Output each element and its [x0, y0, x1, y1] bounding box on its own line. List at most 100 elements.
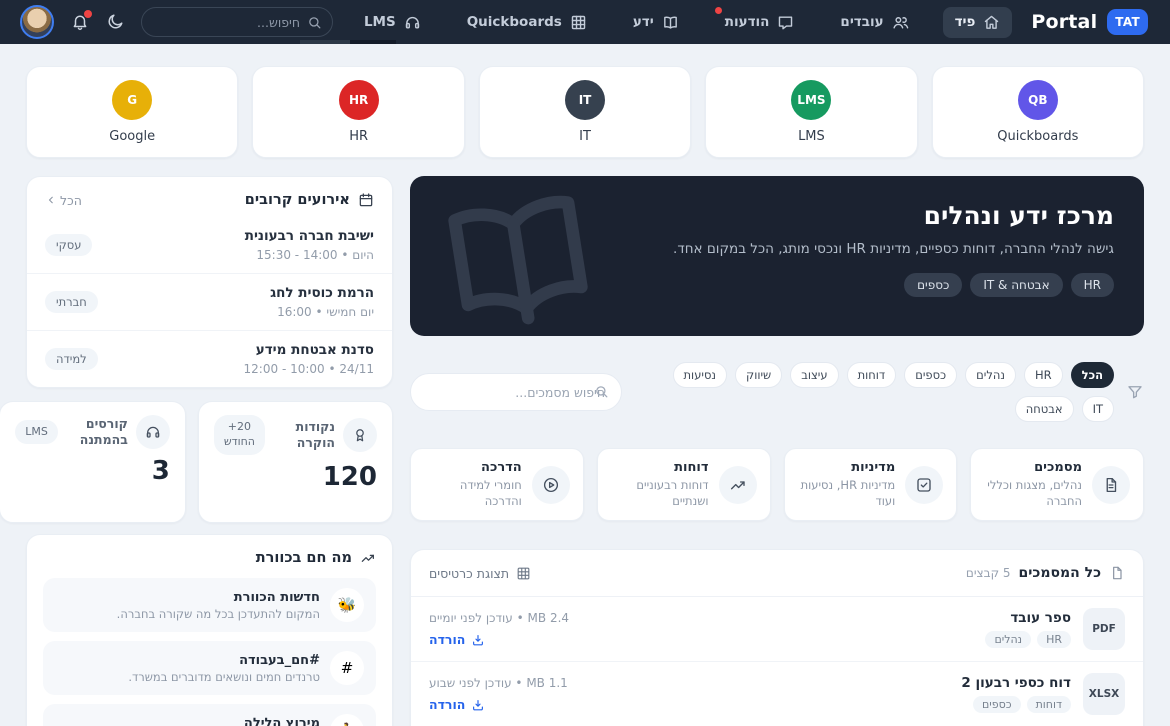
- event-info: ישיבת חברה רבעונית היום • 14:00 - 15:30: [245, 228, 374, 262]
- list-item-event-3[interactable]: סדנת אבטחת מידע 24/11 • 10:00 - 12:00 למ…: [27, 330, 392, 387]
- download-button[interactable]: הורדה: [429, 697, 485, 712]
- app-card-google[interactable]: G Google: [26, 66, 239, 158]
- filter-chip[interactable]: IT: [1081, 396, 1114, 422]
- event-title: סדנת אבטחת מידע: [255, 342, 374, 358]
- all-documents-panel: כל המסמכים 5 קבצים תצוגת כרטיסים PDF ספר…: [410, 549, 1144, 726]
- file-tag: כספים: [972, 696, 1021, 714]
- filter-chip[interactable]: אבטחה: [1014, 396, 1074, 422]
- whats-hot-panel: מה חם בכוורת 🐝 חדשות הכוורת המקום להתעדכ…: [26, 534, 393, 726]
- file-title: ספר עובד: [1010, 610, 1071, 627]
- hero-tag: HR: [1070, 272, 1114, 297]
- list-item-hot-at-work[interactable]: # #חם_בעבודה טרנדים חמים ונושאים מדוברים…: [43, 641, 376, 695]
- filter-funnel-icon[interactable]: [1126, 383, 1144, 401]
- section-title: אירועים קרובים: [244, 192, 350, 208]
- app-label: Google: [109, 129, 156, 144]
- document-icon: [1109, 565, 1125, 581]
- stats-row: נקודות הוקרה 20+ החודש 120 קורסים בהמתנה…: [0, 401, 393, 523]
- app-card-lms[interactable]: LMS LMS: [705, 66, 918, 158]
- app-card-hr[interactable]: HR HR: [252, 66, 465, 158]
- top-navigation-bar: TAT Portal פיד עובדים הודעות ידע Quickbo…: [0, 0, 1170, 44]
- documents-search-input[interactable]: [410, 373, 622, 411]
- download-label: הורדה: [429, 697, 466, 713]
- file-type-badge: XLSX: [1083, 673, 1125, 716]
- nav-item-label: פיד: [954, 14, 976, 30]
- nav-item-lms[interactable]: LMS: [352, 7, 433, 38]
- app-initial-badge: HR: [338, 80, 379, 120]
- hot-item-title: #חם_בעבודה: [239, 652, 320, 668]
- main-nav: פיד עובדים הודעות ידע Quickboards LMS: [352, 6, 1013, 38]
- documents-panel-header: כל המסמכים 5 קבצים תצוגת כרטיסים: [411, 550, 1143, 598]
- app-initial-badge: G: [112, 80, 153, 120]
- filter-chip[interactable]: שיווק: [735, 362, 783, 388]
- filter-chip[interactable]: נהלים: [965, 362, 1016, 388]
- global-search-input[interactable]: [141, 7, 333, 37]
- nav-scrollbar[interactable]: [300, 40, 396, 44]
- grid-icon: [570, 14, 587, 31]
- category-card-policies[interactable]: מדיניות מדיניות HR, נסיעות ועוד: [783, 448, 958, 522]
- filter-chip[interactable]: כספים: [904, 362, 958, 388]
- filter-chip[interactable]: עיצוב: [790, 362, 839, 388]
- filter-chip[interactable]: דוחות: [846, 362, 897, 388]
- category-card-reports[interactable]: דוחות דוחות רבעוניים ושנתיים: [596, 448, 771, 522]
- hero-tag: כספים: [904, 272, 963, 297]
- stat-card-pending-courses: קורסים בהמתנה LMS 3: [0, 401, 186, 523]
- stat-value: 3: [151, 456, 170, 486]
- brand-logo[interactable]: TAT Portal: [1031, 9, 1148, 35]
- table-row-file-2[interactable]: XLSX דוח כספי רבעון 2 דוחות כספים 1.1 MB…: [411, 662, 1143, 726]
- dark-mode-toggle[interactable]: [106, 13, 124, 31]
- event-time: 24/11 • 10:00 - 12:00: [243, 362, 374, 376]
- file-tag: נהלים: [985, 631, 1032, 649]
- table-row-file-1[interactable]: PDF ספר עובד HR נהלים 2.4 MB • עודכן לפנ…: [411, 597, 1143, 663]
- bell-notification-dot: [84, 10, 92, 18]
- event-category-badge: חברתי: [45, 291, 98, 313]
- category-card-documents[interactable]: מסמכים נהלים, מצגות וכללי החברה: [970, 448, 1144, 522]
- app-initial-badge: LMS: [791, 80, 832, 120]
- list-item-hive-news[interactable]: 🐝 חדשות הכוורת המקום להתעדכן בכל מה שקור…: [43, 578, 376, 632]
- events-see-all-link[interactable]: הכל: [45, 193, 82, 208]
- file-info: PDF ספר עובד HR נהלים: [985, 608, 1125, 651]
- filter-chip[interactable]: HR: [1023, 362, 1063, 388]
- list-item-event-2[interactable]: הרמת כוסית לחג יום חמישי • 16:00 חברתי: [27, 273, 392, 330]
- play-circle-icon: [531, 465, 570, 504]
- file-actions: 1.1 MB • עודכן לפני שבוע הורדה: [429, 676, 568, 712]
- avatar[interactable]: [20, 5, 54, 39]
- card-view-toggle[interactable]: תצוגת כרטיסים: [429, 566, 531, 581]
- whats-hot-title-group: מה חם בכוורת: [43, 550, 376, 566]
- nav-item-employees[interactable]: עובדים: [828, 7, 920, 38]
- bee-icon: 🐝: [330, 588, 364, 622]
- app-card-it[interactable]: IT IT: [478, 66, 692, 158]
- headphones-icon: [135, 415, 170, 449]
- users-icon: [892, 14, 909, 31]
- nav-item-feed[interactable]: פיד: [942, 6, 1013, 38]
- event-category-badge: עסקי: [45, 234, 93, 256]
- filter-chip[interactable]: נסיעות: [672, 362, 728, 388]
- app-card-quickboards[interactable]: QB Quickboards: [931, 66, 1145, 158]
- app-initial-badge: QB: [1017, 80, 1058, 120]
- nav-item-messages[interactable]: הודעות: [713, 6, 807, 38]
- calendar-icon: [358, 192, 374, 208]
- nav-item-label: עובדים: [840, 14, 884, 30]
- file-tag: דוחות: [1026, 696, 1071, 714]
- event-category-badge: למידה: [45, 348, 98, 370]
- category-description: דוחות רבעוניים ושנתיים: [636, 478, 709, 508]
- category-card-training[interactable]: הדרכה חומרי למידה והדרכה: [410, 448, 584, 522]
- nav-item-label: Quickboards: [466, 14, 562, 30]
- files-count: 5 קבצים: [965, 566, 1011, 581]
- download-button[interactable]: הורדה: [429, 632, 485, 647]
- hero-tag: אבטחה & IT: [970, 272, 1063, 297]
- file-meta: 1.1 MB • עודכן לפני שבוע: [429, 676, 568, 691]
- section-title: מה חם בכוורת: [255, 550, 352, 566]
- category-description: מדיניות HR, נסיעות ועוד: [800, 478, 896, 508]
- filter-chip-all[interactable]: הכל: [1070, 362, 1114, 388]
- list-item-event-1[interactable]: ישיבת חברה רבעונית היום • 14:00 - 15:30 …: [27, 217, 392, 273]
- list-item-night-run[interactable]: 🏃 מירוץ הלילה מתרגשים לחזור כנותני החסות…: [43, 704, 376, 726]
- notifications-button[interactable]: [71, 10, 92, 31]
- documents-search: [410, 373, 622, 411]
- nav-item-quickboards[interactable]: Quickboards: [455, 7, 599, 38]
- stat-label: נקודות הוקרה: [295, 418, 335, 450]
- nav-item-knowledge[interactable]: ידע: [621, 7, 691, 38]
- event-info: סדנת אבטחת מידע 24/11 • 10:00 - 12:00: [244, 342, 374, 376]
- knowledge-center-hero: מרכז ידע ונהלים גישה לנהלי החברה, דוחות …: [410, 176, 1144, 336]
- hot-item-title: חדשות הכוורת: [233, 589, 320, 605]
- section-title: כל המסמכים: [1018, 565, 1101, 582]
